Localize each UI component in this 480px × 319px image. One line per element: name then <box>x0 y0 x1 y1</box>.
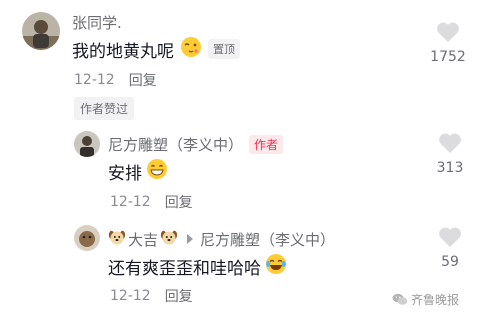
comment-body: 我的地黄丸呢 置顶 <box>72 36 240 62</box>
heart-icon[interactable] <box>437 225 463 249</box>
reply-button[interactable]: 回复 <box>129 70 157 90</box>
like-control[interactable]: 313 <box>430 131 470 176</box>
like-count: 59 <box>441 254 459 270</box>
author-badge: 作者 <box>249 135 284 154</box>
comment-text: 安排 <box>108 163 142 184</box>
wechat-icon <box>392 293 408 306</box>
comment-user-name[interactable]: 张同学. <box>72 12 122 33</box>
avatar[interactable] <box>74 225 100 251</box>
comment-date: 12-12 <box>110 288 151 304</box>
comment-body: 还有爽歪歪和哇哈哈 <box>108 253 287 279</box>
comment-user-name[interactable]: 大吉 <box>128 229 158 250</box>
comment-date: 12-12 <box>110 194 151 210</box>
dog-emoji <box>108 228 126 250</box>
comment-header: 大吉 尼方雕塑（李义中） <box>108 228 335 250</box>
heart-icon[interactable] <box>437 131 463 155</box>
like-count: 313 <box>436 160 464 176</box>
comment-header: 尼方雕塑（李义中） 作者 <box>108 134 284 155</box>
comment-body: 安排 <box>108 158 168 184</box>
reply-arrow-icon <box>186 234 194 244</box>
avatar[interactable] <box>22 12 60 50</box>
comment-meta: 12-12 回复 <box>110 286 193 306</box>
comment-meta: 12-12 回复 <box>74 70 157 90</box>
like-control[interactable]: 1752 <box>428 20 468 65</box>
heart-icon[interactable] <box>435 20 461 44</box>
comment-date: 12-12 <box>74 72 115 88</box>
tears-of-joy-emoji <box>265 253 287 279</box>
author-liked-badge: 作者赞过 <box>74 97 135 120</box>
comment-user-name[interactable]: 尼方雕塑（李义中） <box>108 134 243 155</box>
pinned-badge: 置顶 <box>208 39 240 59</box>
like-control[interactable]: 59 <box>430 225 470 270</box>
watermark-text: 齐鲁晚报 <box>411 293 460 307</box>
grin-emoji <box>146 158 168 184</box>
comment-text: 我的地黄丸呢 <box>72 41 174 62</box>
like-count: 1752 <box>430 49 466 65</box>
reply-button[interactable]: 回复 <box>165 286 193 306</box>
wink-kiss-emoji <box>180 36 202 62</box>
dog-emoji <box>160 228 178 250</box>
comment-text: 还有爽歪歪和哇哈哈 <box>108 258 261 279</box>
reply-to-user-name[interactable]: 尼方雕塑（李义中） <box>200 229 335 250</box>
comment-meta: 12-12 回复 <box>110 192 193 212</box>
avatar[interactable] <box>74 131 100 157</box>
watermark: 齐鲁晚报 <box>392 291 459 308</box>
reply-button[interactable]: 回复 <box>165 192 193 212</box>
